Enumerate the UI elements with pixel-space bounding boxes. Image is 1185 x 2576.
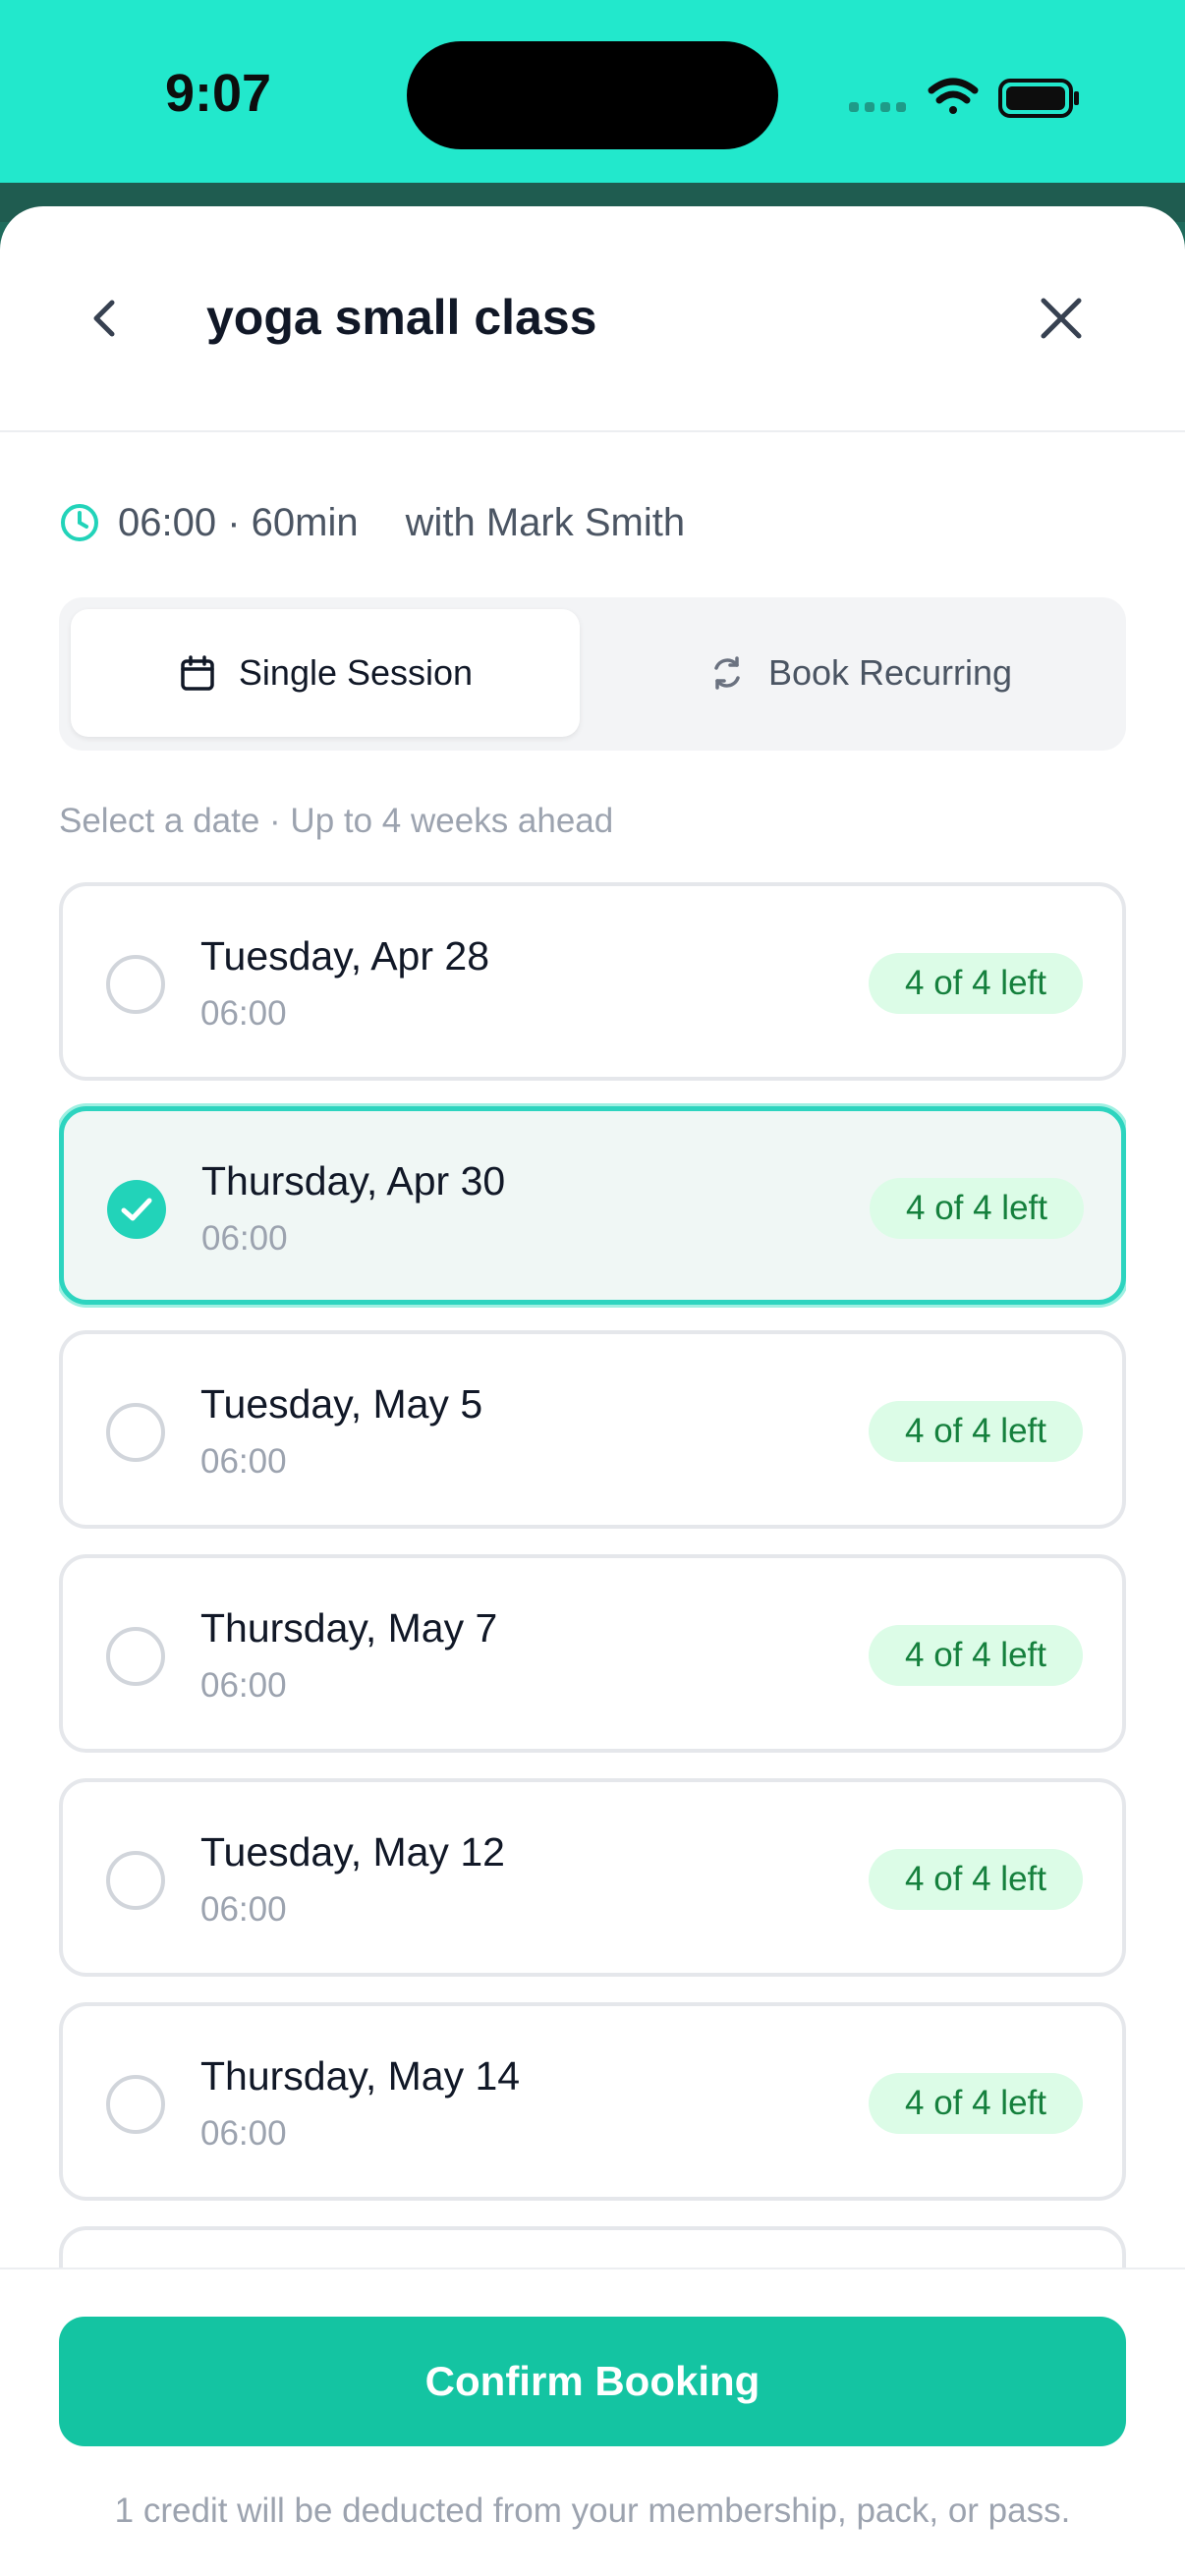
close-icon[interactable] — [1032, 289, 1091, 348]
session-card-selected[interactable]: Thursday, Apr 30 06:00 4 of 4 left — [59, 1106, 1126, 1305]
cellular-signal-icon — [849, 102, 906, 112]
session-card-partial[interactable] — [59, 2226, 1126, 2268]
session-card[interactable]: Thursday, May 7 06:00 4 of 4 left — [59, 1554, 1126, 1753]
session-time: 06:00 — [201, 1219, 288, 1258]
sheet-header: yoga small class — [0, 206, 1185, 432]
sheet-footer: Confirm Booking 1 credit will be deducte… — [0, 2268, 1185, 2576]
radio-button[interactable] — [106, 1403, 165, 1462]
calendar-icon — [181, 655, 214, 691]
radio-button[interactable] — [106, 1627, 165, 1686]
dynamic-island — [407, 41, 778, 149]
session-time: 06:00 — [200, 1442, 287, 1481]
session-date: Tuesday, May 5 — [200, 1381, 483, 1427]
session-time: 06:00 — [200, 1666, 287, 1705]
tab-label: Single Session — [238, 652, 474, 693]
class-schedule: 06:00 · 60min — [118, 500, 359, 544]
availability-badge: 4 of 4 left — [870, 1178, 1084, 1239]
availability-badge: 4 of 4 left — [869, 2073, 1083, 2134]
tab-book-recurring[interactable]: Book Recurring — [605, 609, 1114, 737]
session-list: Tuesday, Apr 28 06:00 4 of 4 left Thursd… — [59, 882, 1126, 2268]
session-card[interactable]: Tuesday, May 12 06:00 4 of 4 left — [59, 1778, 1126, 1977]
class-meta: 06:00 · 60min with Mark Smith — [59, 495, 685, 550]
status-bar: 9:07 — [0, 0, 1185, 183]
booking-mode-toggle: Single Session Book Recurring — [59, 597, 1126, 751]
session-time: 06:00 — [200, 994, 287, 1033]
confirm-booking-button[interactable]: Confirm Booking — [59, 2317, 1126, 2446]
radio-button[interactable] — [106, 955, 165, 1014]
credit-note: 1 credit will be deducted from your memb… — [114, 2492, 1071, 2530]
clock-icon — [61, 504, 98, 541]
session-date: Tuesday, May 12 — [200, 1829, 505, 1875]
status-time: 9:07 — [165, 64, 272, 123]
session-date: Thursday, Apr 30 — [201, 1158, 506, 1204]
date-hint: Select a date · Up to 4 weeks ahead — [59, 802, 614, 840]
radio-button-checked[interactable] — [107, 1180, 166, 1239]
availability-badge: 4 of 4 left — [869, 1625, 1083, 1686]
booking-sheet: yoga small class 06:00 · 60min with Mark… — [0, 206, 1185, 2576]
session-card[interactable]: Tuesday, Apr 28 06:00 4 of 4 left — [59, 882, 1126, 1081]
session-time: 06:00 — [200, 1890, 287, 1929]
battery-icon — [998, 79, 1079, 118]
chevron-left-icon[interactable] — [77, 289, 136, 348]
check-icon — [121, 1198, 152, 1221]
tab-single-session[interactable]: Single Session — [71, 609, 580, 737]
tab-label: Book Recurring — [767, 652, 1013, 693]
radio-button[interactable] — [106, 1851, 165, 1910]
page-title: yoga small class — [206, 290, 597, 345]
availability-badge: 4 of 4 left — [869, 1849, 1083, 1910]
instructor-name: with Mark Smith — [405, 500, 686, 544]
availability-badge: 4 of 4 left — [869, 1401, 1083, 1462]
session-card[interactable]: Tuesday, May 5 06:00 4 of 4 left — [59, 1330, 1126, 1529]
session-time: 06:00 — [200, 2114, 287, 2153]
session-date: Tuesday, Apr 28 — [200, 933, 490, 979]
repeat-icon — [714, 656, 740, 690]
session-card[interactable]: Thursday, May 14 06:00 4 of 4 left — [59, 2002, 1126, 2201]
status-icons — [849, 78, 1079, 118]
session-date: Thursday, May 14 — [200, 2053, 521, 2099]
wifi-icon — [928, 78, 979, 114]
session-date: Thursday, May 7 — [200, 1605, 498, 1651]
radio-button[interactable] — [106, 2075, 165, 2134]
availability-badge: 4 of 4 left — [869, 953, 1083, 1014]
